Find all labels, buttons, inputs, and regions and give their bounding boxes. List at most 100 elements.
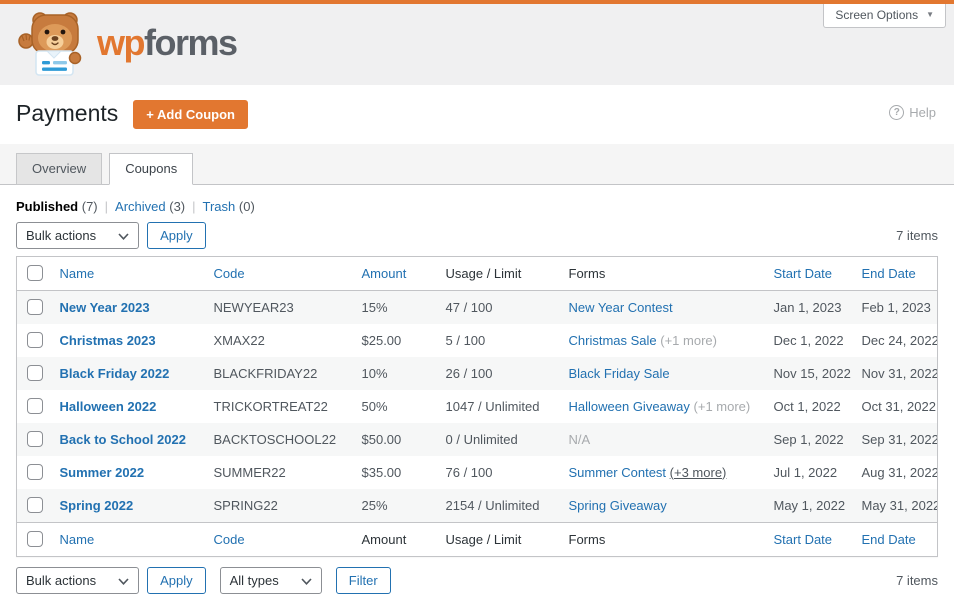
items-count: 7 items	[896, 227, 938, 243]
coupon-name-link[interactable]: Spring 2022	[60, 498, 134, 513]
view-trash[interactable]: Trash	[203, 199, 236, 214]
wordmark-wp: wp	[97, 21, 146, 63]
coupon-name-link[interactable]: New Year 2023	[60, 300, 150, 315]
bottom-toolbar: Bulk actions Apply All types Filter 7 it…	[16, 565, 938, 595]
column-label-amount: Amount	[361, 531, 407, 547]
end-date-cell: Aug 31, 2022	[861, 464, 938, 480]
filter-button[interactable]: Filter	[335, 566, 391, 594]
column-header-usage-limit: Usage / Limit	[435, 256, 559, 291]
bulk-actions-select-bottom[interactable]: Bulk actions	[16, 566, 140, 594]
code-cell: NEWYEAR23	[213, 299, 294, 315]
view-filters: Published (7) | Archived (3) | Trash (0)	[16, 199, 938, 214]
usage-cell: 76 / 100	[445, 464, 493, 480]
wpforms-bear-icon	[16, 10, 88, 79]
forms-more-text: (+1 more)	[693, 398, 751, 414]
table-row: Summer 2022 SUMMER22 $35.00 76 / 100 Summer …	[17, 456, 938, 489]
table-row: Christmas 2023 XMAX22 $25.00 5 / 100 Christm…	[17, 324, 938, 357]
form-link[interactable]: Christmas Sale	[569, 333, 657, 348]
view-archived-count: (3)	[169, 199, 186, 214]
code-cell: TRICKORTREAT22	[213, 398, 328, 414]
all-types-select[interactable]: All types	[219, 566, 322, 594]
sort-link-end-date[interactable]: End Date	[862, 266, 916, 281]
column-header-end-date: End Date	[851, 256, 938, 291]
table-row: Spring 2022 SPRING22 25% 2154 / Unlimited Sp…	[16, 489, 938, 523]
view-published-label: Published	[16, 199, 79, 214]
end-date-cell: Nov 31, 2022	[861, 365, 938, 381]
row-checkbox[interactable]	[27, 332, 43, 348]
row-checkbox[interactable]	[27, 398, 43, 414]
coupon-name-link[interactable]: Back to School 2022	[60, 432, 186, 447]
form-link[interactable]: Summer Contest	[569, 465, 667, 480]
sort-link-code[interactable]: Code	[214, 266, 245, 281]
table-row: Back to School 2022 BACKTOSCHOOL22 $50.00 0…	[16, 423, 938, 456]
view-archived-label: Archived	[115, 199, 166, 214]
forms-cell: N/A	[559, 423, 764, 456]
column-header-name: Name	[49, 256, 204, 291]
view-archived[interactable]: Archived	[115, 199, 166, 214]
code-cell: SPRING22	[213, 497, 278, 513]
sort-link-start-date[interactable]: Start Date	[774, 266, 833, 281]
select-all-checkbox[interactable]	[27, 265, 43, 281]
add-coupon-button[interactable]: + Add Coupon	[133, 99, 248, 129]
bulk-actions-value: Bulk actions	[26, 227, 97, 243]
forms-cell: Christmas Sale (+1 more)	[559, 324, 764, 357]
sort-link-name[interactable]: Name	[60, 532, 95, 547]
top-toolbar: Bulk actions Apply 7 items	[16, 220, 938, 250]
items-count-bottom: 7 items	[896, 572, 938, 588]
sort-link-amount[interactable]: Amount	[362, 266, 407, 281]
row-checkbox[interactable]	[27, 299, 43, 315]
start-date-cell: Sep 1, 2022	[773, 431, 844, 447]
code-cell: BACKTOSCHOOL22	[213, 431, 337, 447]
bulk-actions-select[interactable]: Bulk actions	[16, 221, 140, 249]
form-link[interactable]: Spring Giveaway	[569, 498, 667, 513]
wordmark-forms: forms	[144, 21, 238, 63]
tab-overview[interactable]: Overview	[16, 153, 103, 185]
coupon-name-link[interactable]: Halloween 2022	[60, 399, 157, 414]
sort-link-code[interactable]: Code	[214, 532, 245, 547]
coupon-name-link[interactable]: Summer 2022	[60, 465, 145, 480]
name-cell: Halloween 2022	[50, 390, 204, 423]
forms-cell: Halloween Giveaway (+1 more)	[559, 390, 764, 423]
start-date-cell: Oct 1, 2022	[773, 398, 841, 414]
forms-more-link[interactable]: (+3 more)	[670, 465, 727, 480]
view-published[interactable]: Published (7)	[16, 199, 98, 214]
amount-cell: $25.00	[361, 332, 402, 348]
apply-button[interactable]: Apply	[147, 221, 206, 249]
form-link[interactable]: Halloween Giveaway	[569, 399, 690, 414]
form-link[interactable]: New Year Contest	[569, 300, 673, 315]
coupon-name-link[interactable]: Christmas 2023	[60, 333, 156, 348]
code-cell: XMAX22	[213, 332, 265, 348]
start-date-cell: May 1, 2022	[773, 497, 846, 513]
select-all-checkbox[interactable]	[27, 531, 43, 547]
name-cell: Black Friday 2022	[50, 357, 204, 390]
usage-cell: 2154 / Unlimited	[445, 497, 540, 513]
apply-button-bottom[interactable]: Apply	[147, 566, 206, 594]
coupon-name-link[interactable]: Black Friday 2022	[60, 366, 170, 381]
row-checkbox[interactable]	[27, 464, 43, 480]
bulk-actions-value: Bulk actions	[26, 572, 97, 588]
code-cell: SUMMER22	[213, 464, 286, 480]
amount-cell: $35.00	[361, 464, 402, 480]
end-date-cell: Sep 31, 2022	[861, 431, 938, 447]
screen-options-button[interactable]: Screen Options ▼	[823, 4, 946, 28]
form-link[interactable]: Black Friday Sale	[569, 366, 670, 381]
row-checkbox[interactable]	[27, 365, 43, 381]
tab-coupons[interactable]: Coupons	[109, 153, 194, 185]
help-link[interactable]: ? Help	[889, 105, 936, 120]
name-cell: New Year 2023	[50, 291, 204, 325]
forms-more-text: (+1 more)	[660, 332, 717, 348]
help-icon: ?	[889, 105, 905, 120]
chevron-down-icon	[118, 573, 129, 588]
wpforms-wordmark: wpforms	[97, 21, 238, 65]
forms-na-text: N/A	[568, 431, 591, 447]
usage-cell: 47 / 100	[445, 299, 493, 315]
usage-cell: 0 / Unlimited	[445, 431, 518, 447]
row-checkbox[interactable]	[27, 431, 43, 447]
tab-bar: Overview Coupons	[0, 144, 954, 185]
column-header-forms: Forms	[558, 256, 764, 291]
sort-link-name[interactable]: Name	[60, 266, 95, 281]
sort-link-start-date[interactable]: Start Date	[774, 532, 833, 547]
row-checkbox[interactable]	[27, 497, 43, 513]
sort-link-end-date[interactable]: End Date	[862, 532, 916, 547]
table-row: New Year 2023 NEWYEAR23 15% 47 / 100 New Yea…	[16, 290, 938, 325]
